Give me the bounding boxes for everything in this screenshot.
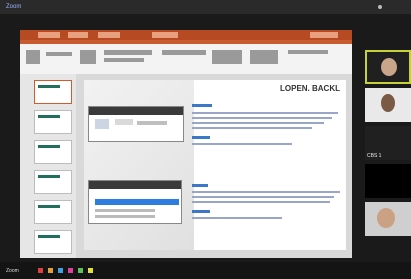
screenshot-header bbox=[89, 181, 181, 189]
participant-face bbox=[377, 208, 395, 228]
shared-screen: LOPEN. BACKL bbox=[20, 30, 352, 258]
participant-face bbox=[381, 58, 397, 76]
participant-video-off[interactable] bbox=[365, 164, 411, 198]
participant-video-named[interactable]: CBS 1 bbox=[365, 126, 411, 160]
participant-video[interactable] bbox=[365, 202, 411, 236]
reaction-icon[interactable] bbox=[88, 268, 93, 273]
slide-title: LOPEN. BACKL bbox=[280, 84, 340, 93]
font-format-buttons[interactable] bbox=[104, 58, 144, 62]
zoom-top-bar: Zoom bbox=[0, 0, 411, 14]
body-text-line bbox=[192, 196, 334, 198]
embedded-screenshot-bottom[interactable] bbox=[88, 180, 182, 224]
reaction-icon[interactable] bbox=[38, 268, 43, 273]
thumb-header bbox=[38, 175, 60, 178]
section-heading bbox=[192, 136, 210, 139]
editing-group[interactable] bbox=[288, 50, 328, 54]
reaction-icon[interactable] bbox=[78, 268, 83, 273]
screenshot-cell bbox=[115, 119, 133, 125]
slide-editing-area: LOPEN. BACKL bbox=[76, 74, 352, 258]
paragraph-group[interactable] bbox=[162, 50, 206, 55]
body-text-line bbox=[192, 127, 312, 129]
body-text-line bbox=[192, 217, 282, 219]
paste-icon[interactable] bbox=[26, 50, 40, 64]
participant-video[interactable] bbox=[365, 88, 411, 122]
toolbar-left-label: Zoom bbox=[6, 268, 19, 274]
participant-face bbox=[381, 94, 395, 112]
new-slide-icon[interactable] bbox=[80, 50, 96, 64]
thumb-header bbox=[38, 145, 60, 148]
screenshot-selection-highlight bbox=[95, 199, 179, 205]
screenshot-row bbox=[95, 215, 155, 218]
slide-thumbnail[interactable] bbox=[34, 170, 72, 194]
slide-thumbnail-pane bbox=[20, 74, 76, 258]
slide-thumbnail[interactable] bbox=[34, 140, 72, 164]
section-heading bbox=[192, 184, 208, 187]
zoom-bottom-toolbar: Zoom bbox=[0, 262, 411, 279]
font-group[interactable] bbox=[104, 50, 152, 55]
screenshot-header bbox=[89, 107, 183, 115]
body-text-line bbox=[192, 112, 338, 114]
ribbon-tab-file[interactable] bbox=[38, 32, 60, 38]
body-text-line bbox=[192, 201, 330, 203]
slide-thumbnail[interactable] bbox=[34, 200, 72, 224]
ribbon-tab-home[interactable] bbox=[68, 32, 88, 38]
powerpoint-ribbon bbox=[20, 30, 352, 74]
thumb-header bbox=[38, 115, 60, 118]
ribbon-tab-view[interactable] bbox=[310, 32, 338, 38]
reaction-icon[interactable] bbox=[48, 268, 53, 273]
slide-thumbnail[interactable] bbox=[34, 80, 72, 104]
section-heading bbox=[192, 210, 210, 213]
drawing-shapes[interactable] bbox=[212, 50, 242, 64]
thumb-header bbox=[38, 205, 60, 208]
section-heading bbox=[192, 104, 212, 107]
participant-name-label: CBS 1 bbox=[367, 153, 382, 159]
screenshot-cell bbox=[137, 121, 167, 125]
ribbon-tabs bbox=[20, 30, 352, 40]
ribbon-tab-insert[interactable] bbox=[98, 32, 120, 38]
thumb-header bbox=[38, 235, 60, 238]
current-slide[interactable]: LOPEN. BACKL bbox=[84, 80, 346, 250]
body-text-line bbox=[192, 122, 324, 124]
ribbon-tab-design[interactable] bbox=[152, 32, 178, 38]
slide-thumbnail[interactable] bbox=[34, 230, 72, 254]
arrange-icon[interactable] bbox=[250, 50, 278, 64]
slide-thumbnail[interactable] bbox=[34, 110, 72, 134]
window-menu-icon[interactable] bbox=[378, 5, 382, 9]
screenshot-cell bbox=[95, 119, 109, 129]
participant-video-active[interactable] bbox=[365, 50, 411, 84]
body-text-line bbox=[192, 143, 292, 145]
screenshot-row bbox=[95, 209, 155, 212]
reaction-icon[interactable] bbox=[58, 268, 63, 273]
body-text-line bbox=[192, 117, 332, 119]
embedded-screenshot-top[interactable] bbox=[88, 106, 184, 142]
window-title: Zoom bbox=[6, 4, 22, 10]
clipboard-tools[interactable] bbox=[46, 52, 72, 56]
reaction-icon[interactable] bbox=[68, 268, 73, 273]
body-text-line bbox=[192, 191, 340, 193]
thumb-header bbox=[38, 85, 60, 88]
ribbon-body bbox=[20, 44, 352, 74]
